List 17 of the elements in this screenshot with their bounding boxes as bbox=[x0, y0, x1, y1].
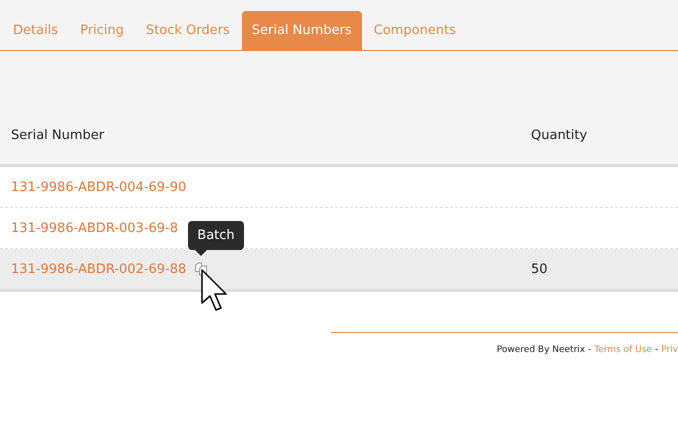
footer-link[interactable]: Priv bbox=[661, 345, 678, 355]
tooltip-arrow-icon bbox=[195, 250, 208, 256]
tab[interactable]: Components bbox=[364, 11, 466, 50]
footer-text: Powered By Neetrix - bbox=[496, 345, 592, 355]
footer-text: - bbox=[654, 345, 658, 355]
tab[interactable]: Stock Orders bbox=[136, 11, 240, 50]
serial-link[interactable]: 131-9986-ABDR-002-69-88 bbox=[11, 262, 186, 276]
table-cell: 50 bbox=[531, 262, 548, 276]
tooltip: Batch bbox=[188, 221, 244, 250]
serial-link[interactable]: 131-9986-ABDR-004-69-90 bbox=[11, 180, 186, 194]
column-header: Serial Number bbox=[11, 128, 106, 143]
tab[interactable]: Details bbox=[3, 11, 68, 50]
tab[interactable]: Pricing bbox=[70, 11, 134, 50]
footer-link[interactable]: Terms of Use bbox=[594, 345, 652, 355]
column-header: Quantity bbox=[531, 128, 588, 143]
serial-link[interactable]: 131-9986-ABDR-003-69-8 bbox=[11, 220, 178, 236]
tab[interactable]: Serial Numbers bbox=[242, 11, 362, 50]
